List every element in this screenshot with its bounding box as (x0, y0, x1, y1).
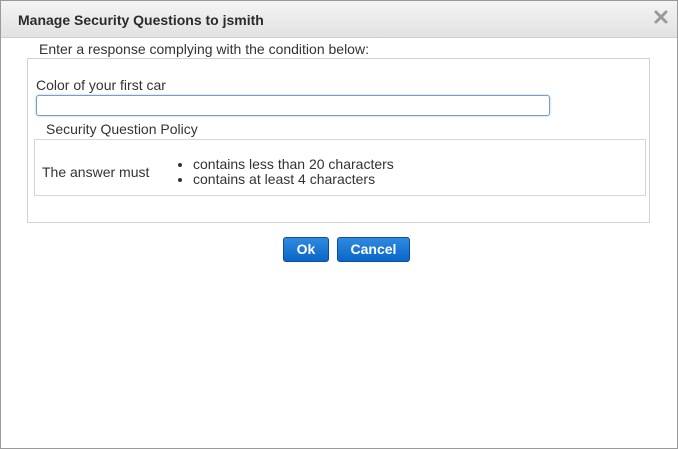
response-legend: Enter a response complying with the cond… (34, 41, 374, 57)
question-label: Color of your first car (36, 77, 166, 93)
cancel-button[interactable]: Cancel (337, 237, 410, 262)
dialog-titlebar: Manage Security Questions to jsmith (1, 1, 677, 38)
policy-rule: contains less than 20 characters (176, 157, 394, 172)
dialog-title: Manage Security Questions to jsmith (18, 12, 264, 28)
policy-rule: contains at least 4 characters (176, 172, 394, 187)
answer-input[interactable] (36, 95, 550, 116)
policy-legend: Security Question Policy (40, 121, 204, 137)
close-icon[interactable] (654, 10, 668, 24)
ok-button[interactable]: Ok (283, 237, 329, 262)
policy-rules-list: contains less than 20 characters contain… (176, 157, 394, 187)
policy-lead: The answer must (42, 164, 150, 180)
